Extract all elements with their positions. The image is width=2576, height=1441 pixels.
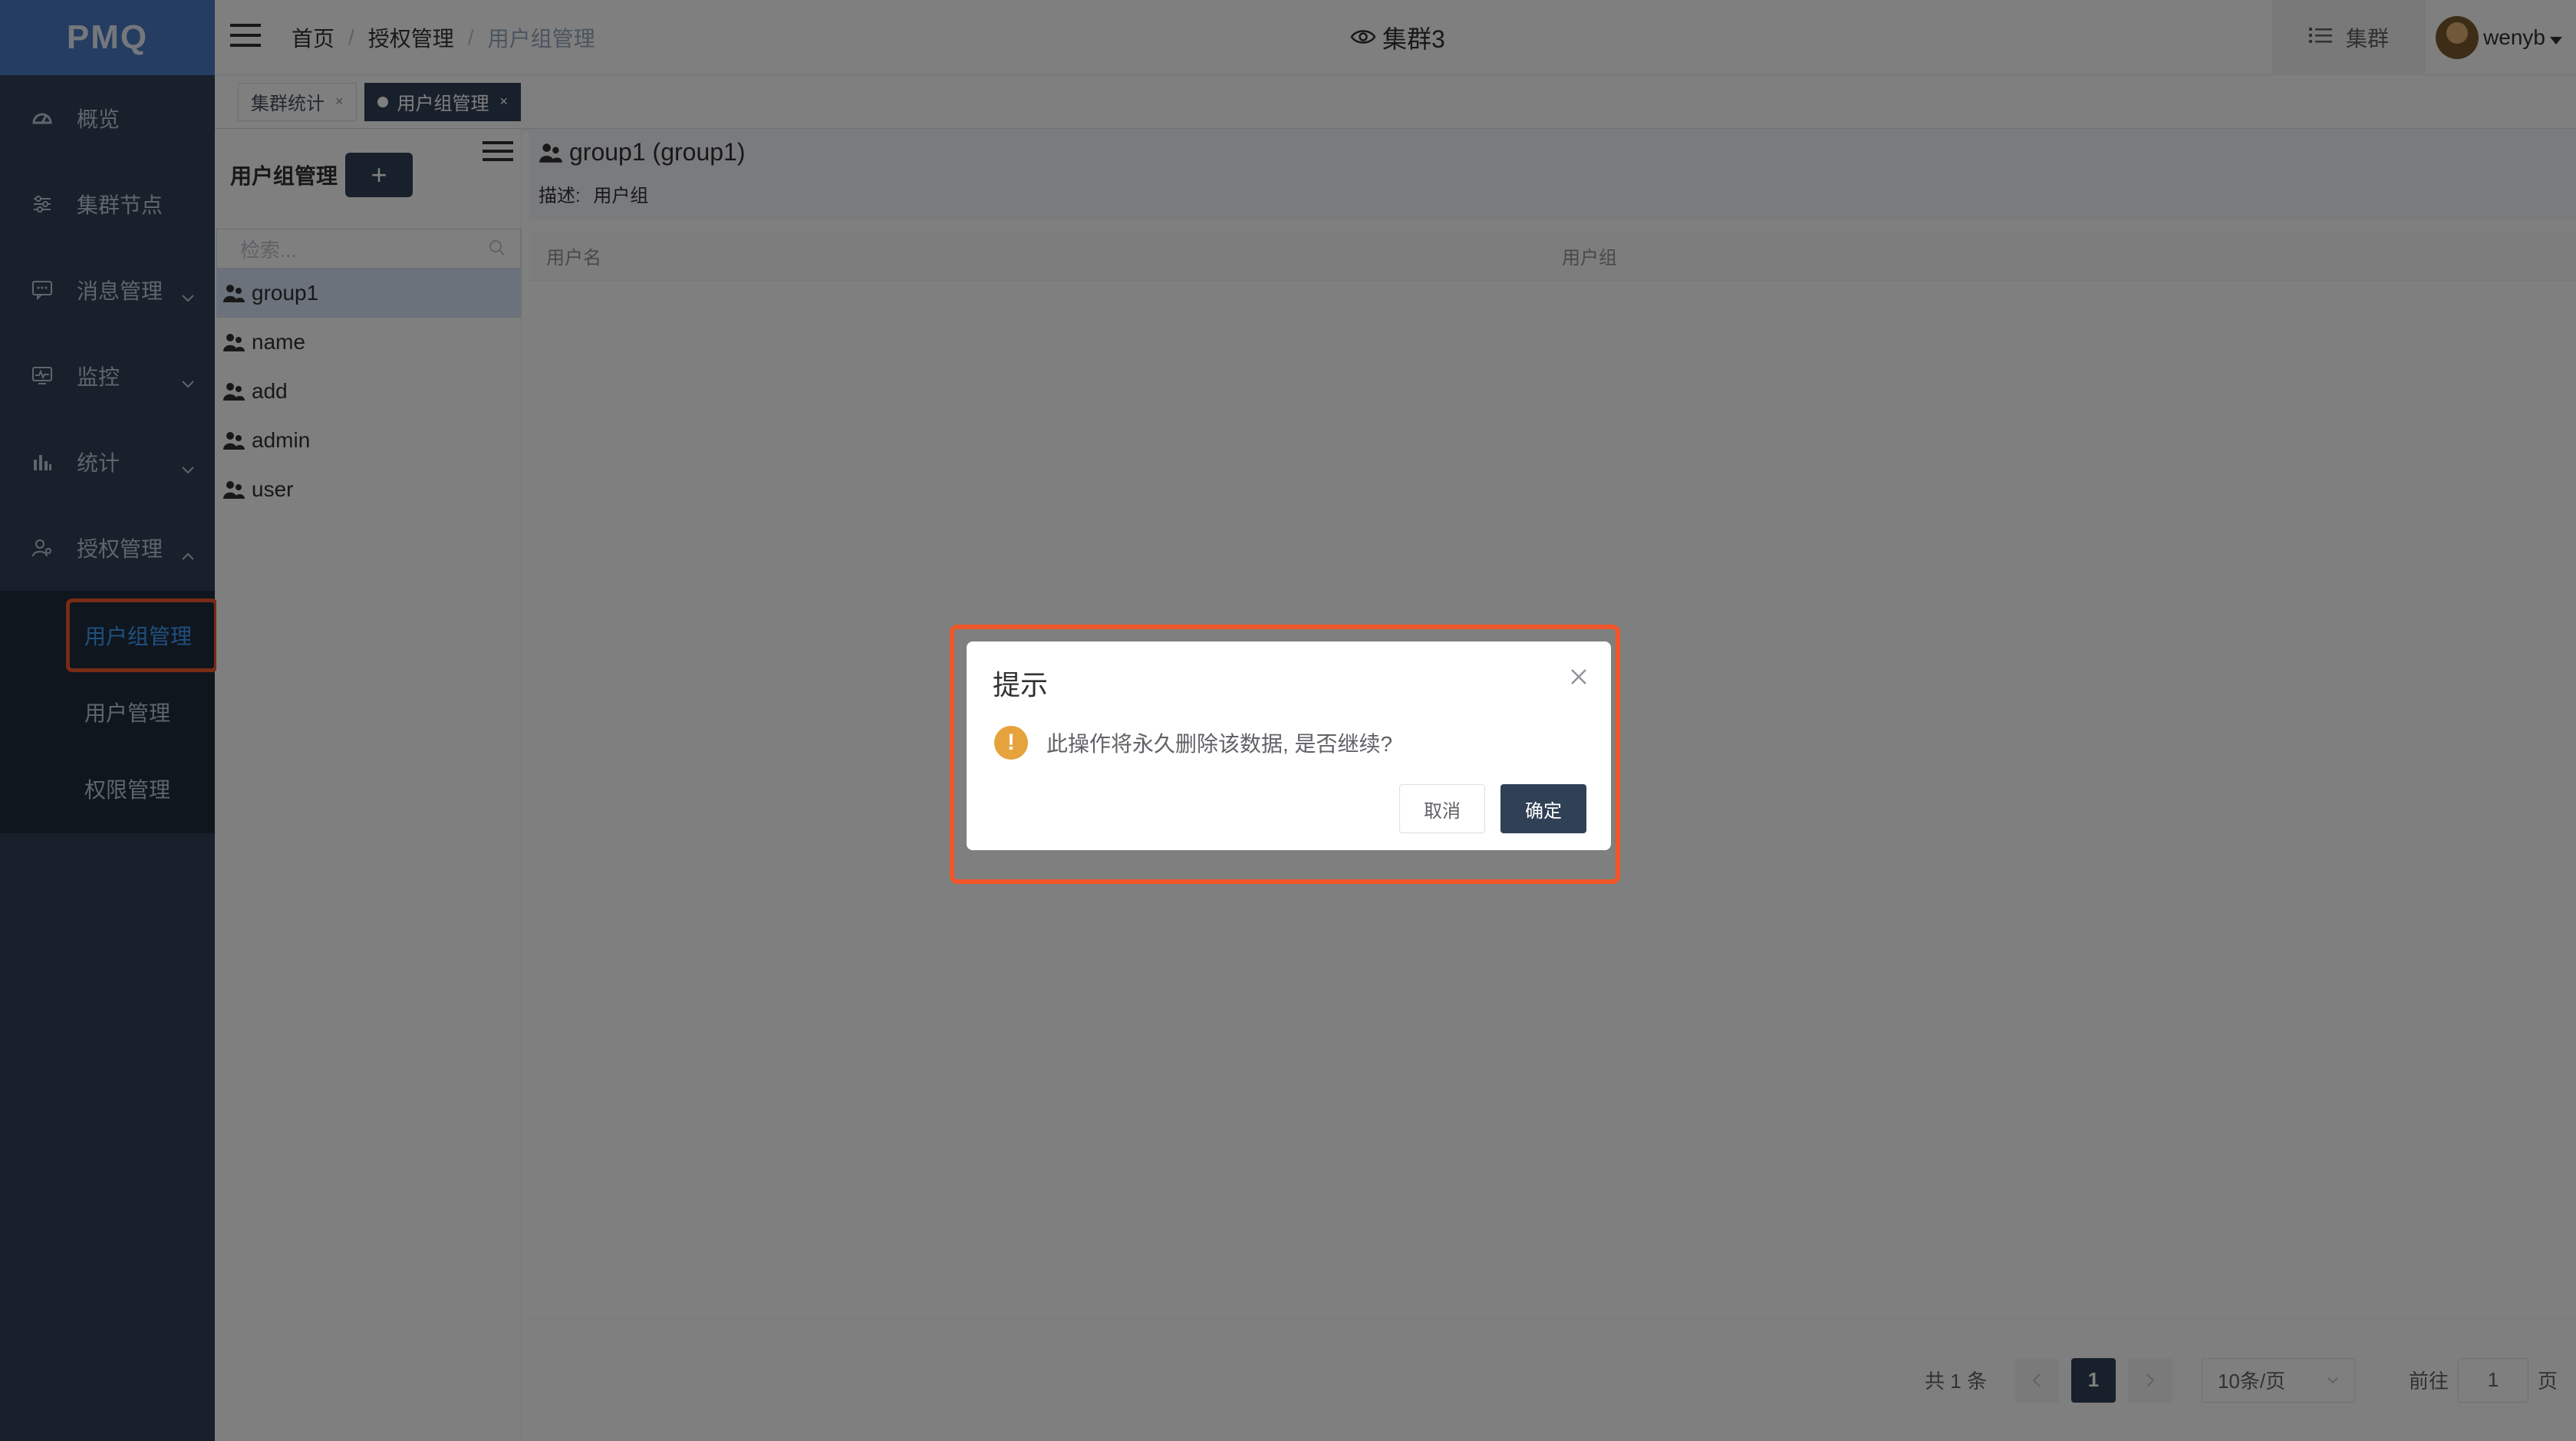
dialog-message-text: 此操作将永久删除该数据, 是否继续? xyxy=(1046,732,1393,756)
dialog-message: ! 此操作将永久删除该数据, 是否继续? xyxy=(994,726,1392,760)
dialog-title: 提示 xyxy=(993,669,1049,701)
confirm-dialog: 提示 ! 此操作将永久删除该数据, 是否继续? 取消 确定 xyxy=(967,641,1611,850)
cancel-button[interactable]: 取消 xyxy=(1399,784,1485,833)
warning-icon: ! xyxy=(994,726,1028,760)
close-icon[interactable] xyxy=(1570,668,1588,690)
confirm-button[interactable]: 确定 xyxy=(1500,784,1586,833)
